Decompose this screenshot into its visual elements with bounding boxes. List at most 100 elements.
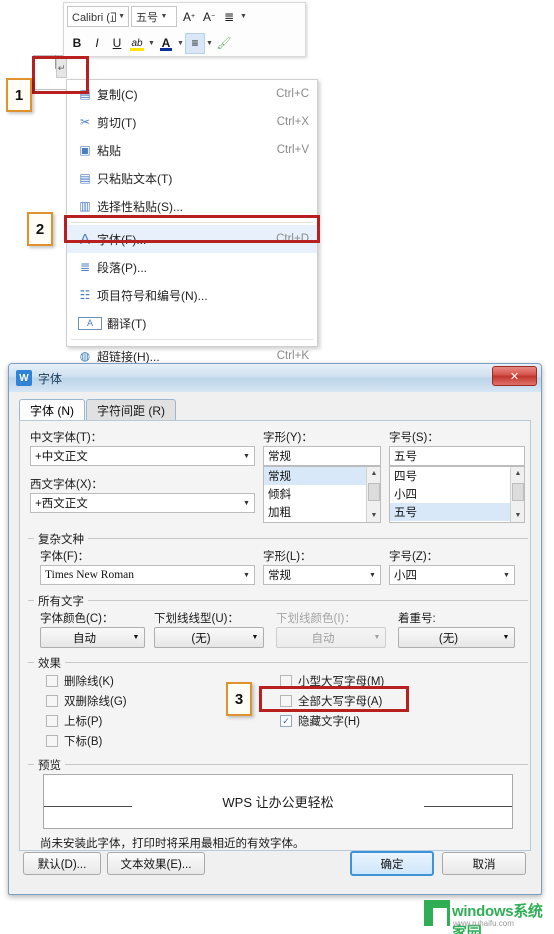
menu-item-bullets-numbering[interactable]: ☷ 项目符号和编号(N)...	[67, 281, 317, 309]
emphasis-mark-dropdown[interactable]: (无) ▼	[398, 627, 515, 648]
cancel-button[interactable]: 取消	[442, 852, 526, 875]
chevron-down-icon[interactable]: ▼	[239, 447, 254, 465]
scrollbar[interactable]: ▲ ▼	[366, 467, 380, 522]
scissors-icon: ✂	[79, 115, 91, 129]
font-color-dropdown[interactable]: 自动 ▼	[40, 627, 145, 648]
cs-size-input[interactable]: 小四 ▼	[389, 565, 515, 585]
mini-toolbar: Calibri (正 ▼ 五号 ▼ A + A − ≣ ▼ B I U ab ▼…	[63, 2, 306, 57]
list-item[interactable]: 五号	[390, 503, 524, 521]
watermark-brand: windows系统家园	[452, 900, 550, 934]
font-color-button[interactable]: A	[156, 33, 176, 54]
ok-button-label: 确定	[380, 858, 404, 871]
tab-font[interactable]: 字体 (N)	[19, 399, 85, 421]
menu-item-paste[interactable]: ▣ 粘贴 Ctrl+V	[67, 136, 317, 164]
chevron-down-icon[interactable]: ▼	[158, 13, 170, 20]
align-button[interactable]: ≡	[185, 32, 205, 54]
menu-item-translate[interactable]: A 翻译(T)	[67, 309, 317, 337]
watermark: windows系统家园 www.ruhaifu.com	[424, 898, 550, 934]
scrollbar-thumb[interactable]	[512, 483, 524, 501]
font-name-combo[interactable]: Calibri (正 ▼	[67, 6, 129, 27]
font-style-input[interactable]: 常规	[263, 446, 381, 466]
chevron-down-icon[interactable]: ▼	[116, 13, 127, 20]
font-style-listbox[interactable]: 常规 倾斜 加粗 ▲ ▼	[263, 466, 381, 523]
chevron-down-icon[interactable]: ▼	[239, 494, 254, 512]
menu-item-paste-special[interactable]: ▥ 选择性粘贴(S)...	[67, 192, 317, 220]
tab-character-spacing[interactable]: 字符间距 (R)	[86, 399, 176, 421]
font-size-input[interactable]: 五号	[389, 446, 525, 466]
western-font-value: +西文正文	[35, 498, 88, 510]
group-divider	[28, 600, 528, 601]
cs-style-input[interactable]: 常规 ▼	[263, 565, 381, 585]
checkbox-all-caps[interactable]: 全部大写字母(A)	[280, 693, 382, 709]
scrollbar-thumb[interactable]	[368, 483, 380, 501]
list-item[interactable]: 倾斜	[264, 485, 380, 503]
checkbox-box[interactable]	[46, 715, 58, 727]
chevron-down-icon[interactable]: ▼	[239, 566, 254, 584]
tab-label: 字符间距 (R)	[97, 404, 165, 418]
checkbox-double-strikethrough[interactable]: 双删除线(G)	[46, 693, 127, 709]
text-effects-button[interactable]: 文本效果(E)...	[107, 852, 205, 875]
highlight-color-button[interactable]: ab	[127, 33, 147, 54]
checkbox-box[interactable]	[46, 735, 58, 747]
chevron-down-icon[interactable]: ▼	[239, 13, 248, 20]
chevron-down-icon[interactable]: ▼	[205, 40, 214, 47]
chinese-font-input[interactable]: +中文正文 ▼	[30, 446, 255, 466]
dialog-titlebar[interactable]: W 字体 ✕	[9, 364, 541, 392]
checkbox-box[interactable]	[280, 675, 292, 687]
list-item[interactable]: 小四	[390, 485, 524, 503]
scroll-up-icon[interactable]: ▲	[511, 467, 524, 480]
font-style-value: 常规	[268, 451, 291, 463]
checkbox-subscript[interactable]: 下标(B)	[46, 733, 102, 749]
checkbox-superscript[interactable]: 上标(P)	[46, 713, 102, 729]
checkbox-hidden-text[interactable]: ✓ 隐藏文字(H)	[280, 713, 360, 729]
cs-font-input[interactable]: Times New Roman ▼	[40, 565, 255, 585]
checkbox-box[interactable]	[46, 695, 58, 707]
menu-item-paragraph[interactable]: ≣ 段落(P)...	[67, 253, 317, 281]
dialog-tabs: 字体 (N) 字符间距 (R)	[19, 399, 177, 421]
chinese-font-value: +中文正文	[35, 451, 88, 463]
chevron-down-icon[interactable]: ▼	[365, 566, 380, 584]
scroll-down-icon[interactable]: ▼	[367, 509, 380, 522]
checkbox-box[interactable]	[280, 695, 292, 707]
chevron-down-icon[interactable]: ▼	[176, 40, 185, 47]
checkbox-small-caps[interactable]: 小型大写字母(M)	[280, 673, 384, 689]
context-menu: ▤ 复制(C) Ctrl+C ✂ 剪切(T) Ctrl+X ▣ 粘贴 Ctrl+…	[66, 79, 318, 364]
grow-font-button[interactable]: A +	[179, 6, 199, 27]
shrink-font-button[interactable]: A −	[199, 6, 219, 27]
chevron-down-icon[interactable]: ▼	[128, 634, 144, 641]
chevron-down-icon[interactable]: ▼	[498, 634, 514, 641]
close-icon[interactable]: ✕	[492, 366, 537, 386]
plus-icon: +	[190, 13, 196, 20]
menu-item-paste-text-only[interactable]: ▤ 只粘贴文本(T)	[67, 164, 317, 192]
menu-separator	[71, 222, 313, 223]
list-item[interactable]: 加粗	[264, 503, 380, 521]
font-size-listbox[interactable]: 四号 小四 五号 ▲ ▼	[389, 466, 525, 523]
ok-button[interactable]: 确定	[350, 851, 434, 876]
cs-size-label: 字号(Z)：	[389, 551, 439, 563]
checkbox-box[interactable]: ✓	[280, 715, 292, 727]
font-size-combo[interactable]: 五号 ▼	[131, 6, 177, 27]
western-font-input[interactable]: +西文正文 ▼	[30, 493, 255, 513]
italic-button[interactable]: I	[87, 33, 107, 54]
list-item[interactable]: 常规	[264, 467, 380, 485]
default-button[interactable]: 默认(D)...	[23, 852, 101, 875]
menu-item-font[interactable]: A 字体(F)... Ctrl+D	[67, 225, 317, 253]
grow-font-label: A	[182, 9, 191, 24]
underline-style-dropdown[interactable]: (无) ▼	[154, 627, 264, 648]
line-spacing-icon[interactable]: ≣	[219, 6, 239, 27]
chevron-down-icon[interactable]: ▼	[147, 40, 156, 47]
underline-button[interactable]: U	[107, 33, 127, 54]
text-effects-button-label: 文本效果(E)...	[120, 858, 192, 871]
checkbox-strikethrough[interactable]: 删除线(K)	[46, 673, 114, 689]
scrollbar[interactable]: ▲ ▼	[510, 467, 524, 522]
bold-button[interactable]: B	[67, 33, 87, 54]
checkbox-box[interactable]	[46, 675, 58, 687]
list-item[interactable]: 四号	[390, 467, 524, 485]
scroll-down-icon[interactable]: ▼	[511, 509, 524, 522]
chevron-down-icon[interactable]: ▼	[247, 634, 263, 641]
menu-item-copy[interactable]: ▤ 复制(C) Ctrl+C	[67, 80, 317, 108]
menu-item-cut[interactable]: ✂ 剪切(T) Ctrl+X	[67, 108, 317, 136]
format-painter-icon[interactable]: 🖌	[214, 33, 234, 54]
chevron-down-icon[interactable]: ▼	[499, 566, 514, 584]
scroll-up-icon[interactable]: ▲	[367, 467, 380, 480]
